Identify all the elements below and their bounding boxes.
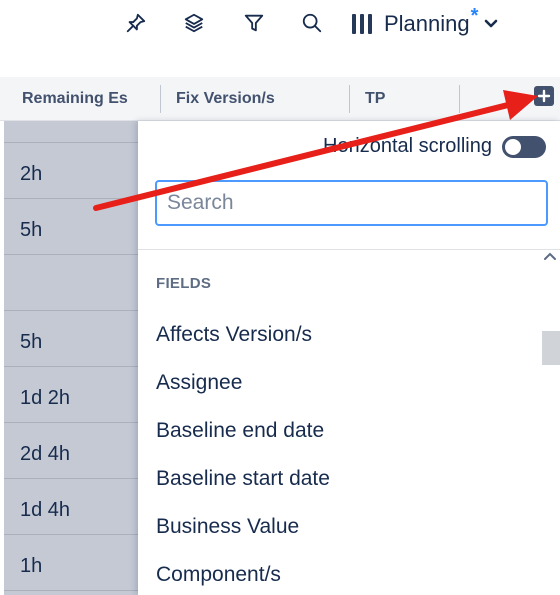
horizontal-scrolling-label: Horizontal scrolling [323,135,492,157]
column-header-tp[interactable]: TP [365,77,455,120]
layers-icon[interactable] [181,10,207,36]
search-icon[interactable] [299,10,325,36]
structure-name: Planning [384,11,470,36]
table-cell[interactable]: 2d 4h [4,423,138,479]
toolbar: Planning * [0,0,560,48]
field-option[interactable]: Assignee [156,371,242,395]
structure-icon [352,14,374,34]
scroll-up-icon[interactable] [542,249,558,265]
section-label-fields: FIELDS [156,275,212,292]
table-cell[interactable]: 2h [4,143,138,199]
field-option[interactable]: Baseline start date [156,467,330,491]
filter-icon[interactable] [241,10,267,36]
scrollbar-thumb[interactable] [542,331,560,365]
table-cell[interactable]: 5h [4,311,138,367]
field-search-input[interactable] [155,180,548,226]
field-option[interactable]: Business Value [156,515,299,539]
field-option[interactable]: Component/s [156,563,281,587]
add-column-panel: Horizontal scrolling FIELDS Affects Vers… [138,121,560,595]
toggle-knob [505,138,521,155]
column-header-fix-version[interactable]: Fix Version/s [176,77,346,120]
table-cell[interactable] [4,255,138,311]
pin-icon[interactable] [123,10,149,36]
table-cell[interactable]: 1d 2h [4,367,138,423]
chevron-down-icon [485,19,498,28]
horizontal-scrolling-toggle[interactable] [502,135,546,158]
field-option[interactable]: Baseline end date [156,419,324,443]
column-divider[interactable] [160,85,161,113]
unsaved-marker: * [470,4,479,27]
horizontal-scrolling-setting: Horizontal scrolling [323,135,546,158]
field-option[interactable]: Affects Version/s [156,323,312,347]
table-cell[interactable]: 1d 4h [4,479,138,535]
table-cell[interactable]: 1h [4,535,138,591]
column-divider[interactable] [459,85,460,113]
table-cell[interactable] [4,87,138,143]
add-column-icon[interactable] [534,86,554,106]
column-divider[interactable] [349,85,350,113]
remaining-estimate-column: 2h 5h 5h 1d 2h 2d 4h 1d 4h 1h [4,121,138,595]
table-cell[interactable]: 5h [4,199,138,255]
structure-selector[interactable]: Planning * [352,4,498,42]
divider [138,249,560,250]
